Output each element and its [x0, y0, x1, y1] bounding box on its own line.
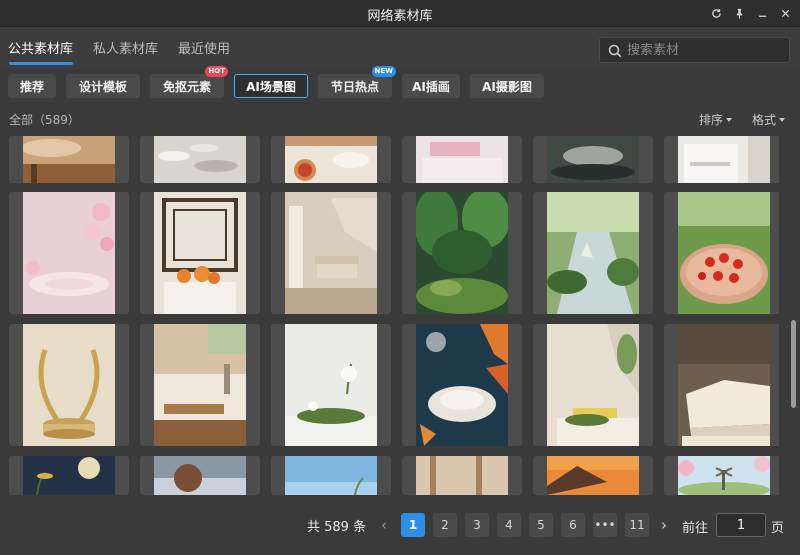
- thumbnail-card[interactable]: [140, 456, 260, 495]
- thumbnail-card[interactable]: [271, 136, 391, 183]
- thumbnail-card[interactable]: [533, 136, 653, 183]
- thumbnail-card[interactable]: [402, 456, 522, 495]
- pin-icon[interactable]: [732, 5, 746, 21]
- page-button-4[interactable]: 4: [497, 513, 521, 537]
- filter-row: 全部（589） 排序 格式: [0, 108, 800, 130]
- category-holiday-hotspots[interactable]: 节日热点 NEW: [318, 66, 396, 98]
- next-page-icon[interactable]: ›: [655, 514, 673, 536]
- thumbnail-card[interactable]: [533, 456, 653, 495]
- prev-page-icon[interactable]: ‹: [375, 514, 393, 536]
- tab-public-library[interactable]: 公共素材库: [8, 38, 73, 57]
- page-button-11[interactable]: 11: [625, 513, 649, 537]
- thumbnail-card[interactable]: [9, 456, 129, 495]
- thumbnail-card[interactable]: [140, 324, 260, 446]
- total-count: 共 589 条: [307, 520, 367, 535]
- page-suffix-label: 页: [771, 521, 785, 536]
- thumbnail-card[interactable]: [9, 324, 129, 446]
- category-ai-photography[interactable]: AI摄影图: [470, 74, 544, 98]
- refresh-icon[interactable]: [709, 5, 723, 21]
- thumbnail-card[interactable]: [402, 136, 522, 183]
- result-count: 全部（589）: [9, 113, 80, 127]
- hot-badge: HOT: [205, 66, 228, 77]
- active-tab-indicator: [9, 62, 73, 65]
- close-icon[interactable]: [778, 5, 792, 21]
- minimize-icon[interactable]: [755, 5, 769, 21]
- chevron-down-icon: [779, 117, 786, 122]
- category-recommend[interactable]: 推荐: [8, 74, 56, 98]
- pagination: 共 589 条 ‹ 1 2 3 4 5 6 ••• 11 › 前往 页: [0, 505, 800, 545]
- thumbnail-card[interactable]: [533, 192, 653, 314]
- thumbnail-card[interactable]: [140, 136, 260, 183]
- thumbnail-card[interactable]: [533, 324, 653, 446]
- grid-scrollbar[interactable]: [791, 320, 796, 408]
- search-box[interactable]: [599, 37, 790, 63]
- page-button-1[interactable]: 1: [401, 513, 425, 537]
- thumbnail-card[interactable]: [664, 324, 779, 446]
- format-dropdown[interactable]: 格式: [752, 111, 786, 128]
- thumbnail-card[interactable]: [271, 192, 391, 314]
- thumbnail-card[interactable]: [402, 324, 522, 446]
- window-title: 网络素材库: [367, 9, 433, 24]
- category-design-templates[interactable]: 设计模板: [66, 74, 140, 98]
- image-grid: [9, 136, 779, 495]
- thumbnail-card[interactable]: [664, 192, 779, 314]
- thumbnail-card[interactable]: [664, 456, 779, 495]
- thumbnail-card[interactable]: [271, 456, 391, 495]
- page-button-6[interactable]: 6: [561, 513, 585, 537]
- thumbnail-card[interactable]: [9, 192, 129, 314]
- category-cutout-elements[interactable]: 免抠元素 HOT: [150, 66, 228, 98]
- page-button-3[interactable]: 3: [465, 513, 489, 537]
- title-bar: 网络素材库: [0, 0, 800, 27]
- category-ai-illustration[interactable]: AI插画: [402, 74, 460, 98]
- tab-private-library[interactable]: 私人素材库: [93, 38, 158, 57]
- page-button-5[interactable]: 5: [529, 513, 553, 537]
- search-icon: [608, 44, 622, 58]
- category-ai-scene[interactable]: AI场景图: [234, 74, 308, 98]
- thumbnail-card[interactable]: [664, 136, 779, 183]
- thumbnail-card[interactable]: [402, 192, 522, 314]
- thumbnail-card[interactable]: [140, 192, 260, 314]
- search-input[interactable]: [627, 41, 782, 59]
- new-badge: NEW: [371, 66, 396, 77]
- chevron-down-icon: [726, 117, 733, 122]
- goto-page-input[interactable]: [716, 513, 766, 537]
- page-button-2[interactable]: 2: [433, 513, 457, 537]
- thumbnail-card[interactable]: [9, 136, 129, 183]
- goto-label: 前往: [682, 521, 709, 536]
- thumbnail-card[interactable]: [271, 324, 391, 446]
- sort-dropdown[interactable]: 排序: [699, 111, 733, 128]
- page-ellipsis-button[interactable]: •••: [593, 513, 617, 537]
- tab-recently-used[interactable]: 最近使用: [178, 38, 230, 57]
